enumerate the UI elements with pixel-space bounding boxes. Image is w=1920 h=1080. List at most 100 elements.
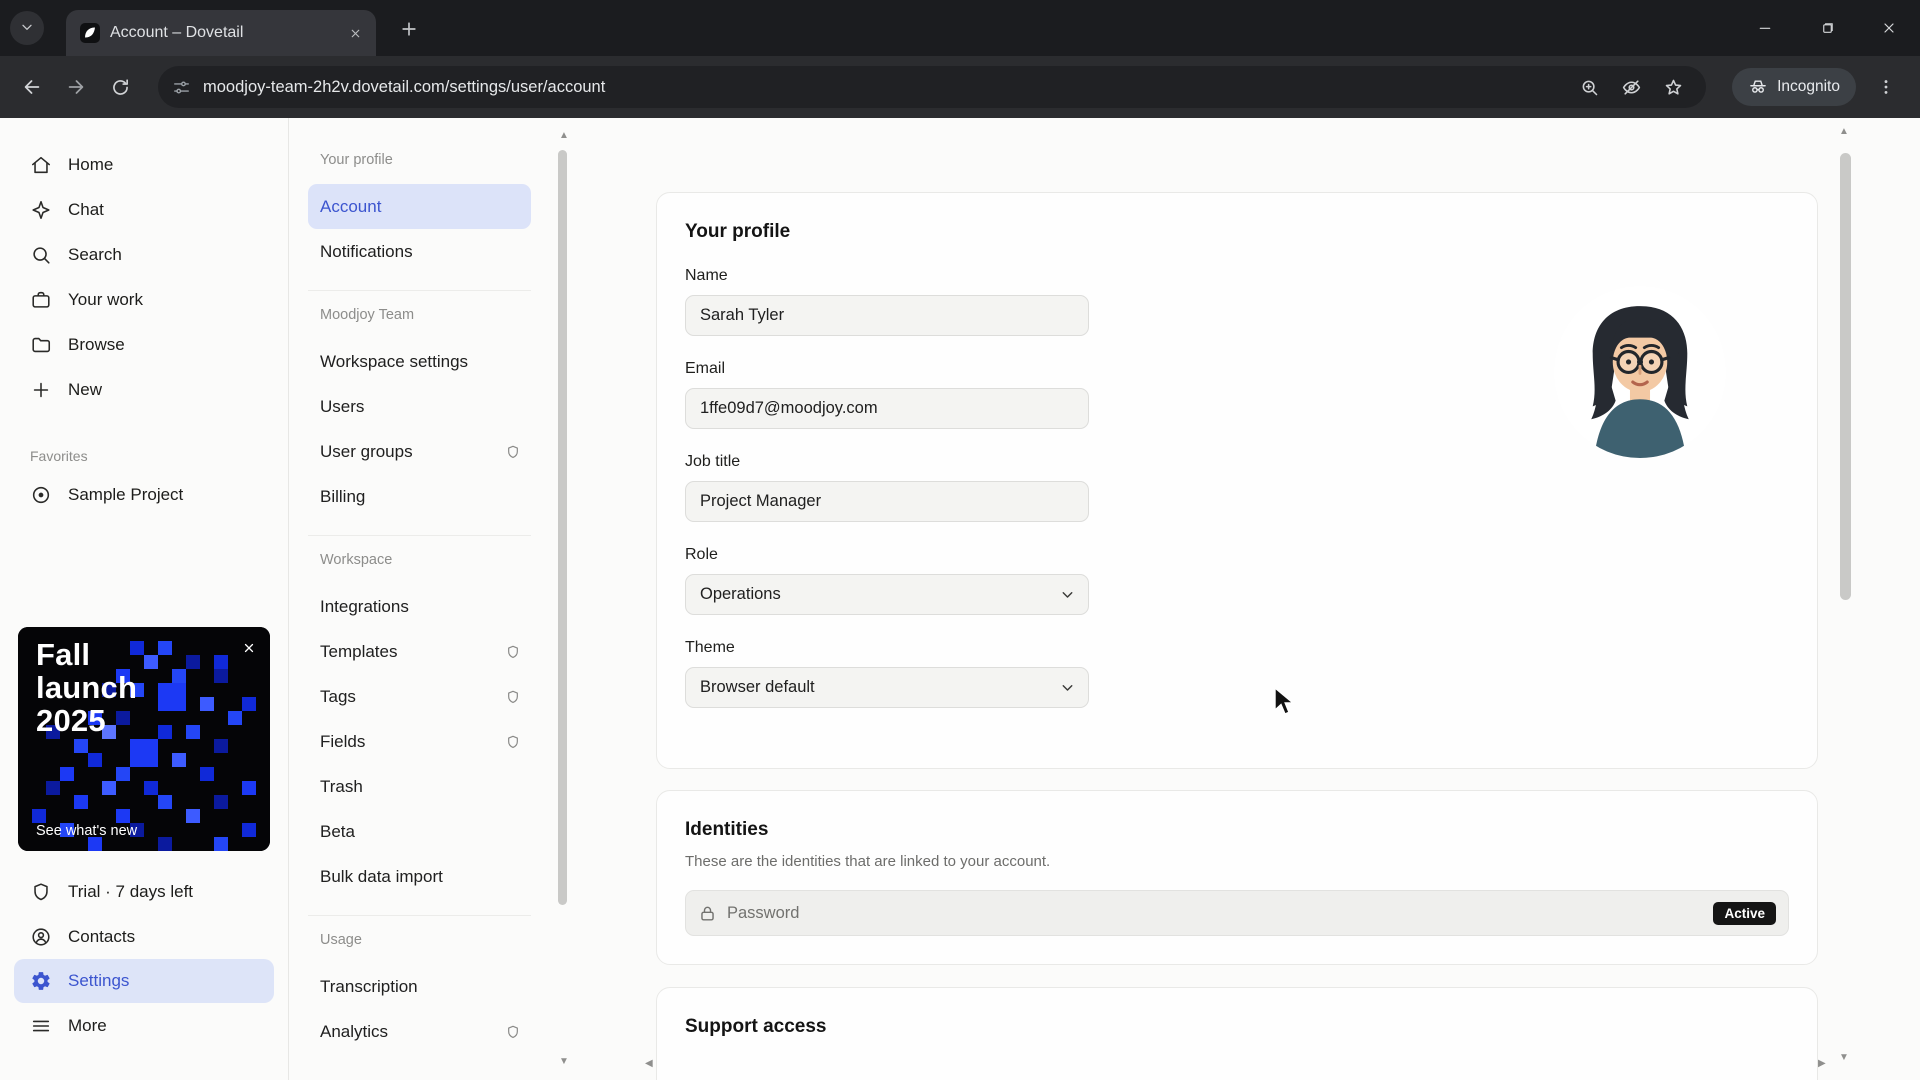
sidebar-item-label: New	[68, 379, 103, 399]
back-button[interactable]	[10, 65, 54, 109]
email-field[interactable]	[685, 388, 1089, 429]
lock-icon	[698, 904, 717, 923]
settings-nav-item-fields[interactable]: Fields	[308, 719, 531, 764]
incognito-icon	[1748, 77, 1768, 97]
reload-button[interactable]	[98, 65, 142, 109]
password-identity-row[interactable]: Password Active	[685, 890, 1789, 936]
settings-nav-item-workspace-settings[interactable]: Workspace settings	[308, 339, 531, 384]
bookmark-star-icon[interactable]	[1656, 70, 1690, 104]
identities-card: Identities These are the identities that…	[656, 790, 1818, 965]
nav-item-label: Account	[320, 196, 382, 216]
settings-nav-item-notifications[interactable]: Notifications	[308, 229, 531, 274]
promo-cta-link[interactable]: See what's new	[36, 823, 137, 839]
settings-nav-item-user-groups[interactable]: User groups	[308, 429, 531, 474]
nav-item-label: Billing	[320, 486, 366, 506]
settings-nav-item-users[interactable]: Users	[308, 384, 531, 429]
settings-nav-item-beta[interactable]: Beta	[308, 809, 531, 854]
sidebar-item-browse[interactable]: Browse	[0, 322, 288, 367]
settings-nav-item-analytics[interactable]: Analytics	[308, 1009, 531, 1054]
nav-item-label: Workspace settings	[320, 351, 469, 371]
settings-nav-item-billing[interactable]: Billing	[308, 474, 531, 519]
gear-icon	[30, 970, 52, 992]
sidebar-item-search[interactable]: Search	[0, 232, 288, 277]
chevron-down-icon	[1059, 679, 1076, 696]
settings-nav-section-usage: Usage Transcription Analytics	[308, 915, 531, 1054]
home-icon	[30, 154, 52, 176]
settings-nav-section-team: Moodjoy Team Workspace settings Users Us…	[308, 290, 531, 519]
settings-nav-item-account[interactable]: Account	[308, 184, 531, 229]
profile-card: Your profile Name Email Job title Role O…	[656, 192, 1818, 769]
sidebar-item-contacts[interactable]: Contacts	[0, 914, 288, 959]
role-select[interactable]: Operations	[685, 574, 1089, 615]
main-scroll-left-icon[interactable]: ◀	[645, 1058, 653, 1069]
nav-scroll-up-icon[interactable]: ▲	[559, 130, 569, 141]
sidebar-item-label: Contacts	[68, 926, 136, 946]
browser-menu-icon[interactable]	[1866, 67, 1906, 107]
identities-card-title: Identities	[685, 819, 769, 840]
tab-search-button[interactable]	[10, 11, 44, 45]
nav-item-label: Integrations	[320, 596, 409, 616]
menu-lines-icon	[30, 1015, 52, 1037]
promo-card[interactable]: Fall launch 2025 See what's new	[18, 627, 270, 851]
theme-select-value: Browser default	[700, 678, 815, 696]
nav-item-label: Notifications	[320, 241, 413, 261]
plan-shield-icon	[505, 689, 521, 705]
nav-item-label: Transcription	[320, 976, 418, 996]
tab-close-button[interactable]	[342, 20, 368, 46]
sidebar-item-label: Home	[68, 154, 114, 174]
sidebar-item-label: Settings	[68, 971, 130, 990]
incognito-badge[interactable]: Incognito	[1732, 68, 1856, 106]
settings-nav-item-tags[interactable]: Tags	[308, 674, 531, 719]
theme-select[interactable]: Browser default	[685, 667, 1089, 708]
nav-item-label: Trash	[320, 776, 363, 796]
nav-scroll-down-icon[interactable]: ▼	[559, 1056, 569, 1067]
profile-card-title: Your profile	[685, 221, 791, 242]
minimize-button[interactable]	[1734, 0, 1796, 56]
zoom-icon[interactable]	[1572, 70, 1606, 104]
app-sidebar: Home Chat Search Your work Browse New Fa…	[0, 118, 289, 1080]
sidebar-item-settings[interactable]: Settings	[14, 959, 274, 1003]
url-text[interactable]: moodjoy-team-2h2v.dovetail.com/settings/…	[203, 78, 1564, 97]
sidebar-item-trial[interactable]: Trial · 7 days left	[0, 869, 288, 914]
briefcase-icon	[30, 289, 52, 311]
nav-item-label: Templates	[320, 641, 398, 661]
nav-scrollbar-thumb[interactable]	[558, 150, 567, 905]
maximize-button[interactable]	[1796, 0, 1858, 56]
close-window-button[interactable]	[1858, 0, 1920, 56]
settings-nav-item-templates[interactable]: Templates	[308, 629, 531, 674]
sidebar-item-new[interactable]: New	[0, 367, 288, 412]
settings-nav-item-integrations[interactable]: Integrations	[308, 584, 531, 629]
sidebar-item-label: Browse	[68, 334, 125, 354]
settings-nav-section-your-profile: Your profile Account Notifications	[308, 152, 531, 274]
section-heading: Usage	[320, 932, 362, 948]
eye-off-icon[interactable]	[1614, 70, 1648, 104]
plan-shield-icon	[505, 1024, 521, 1040]
plan-shield-icon	[505, 734, 521, 750]
browser-tab[interactable]: Account – Dovetail	[66, 10, 376, 56]
sidebar-item-your-work[interactable]: Your work	[0, 277, 288, 322]
sidebar-item-more[interactable]: More	[0, 1003, 288, 1048]
nav-item-label: Tags	[320, 686, 356, 706]
theme-label: Theme	[685, 639, 735, 656]
chevron-down-icon	[19, 19, 35, 38]
settings-nav-item-transcription[interactable]: Transcription	[308, 964, 531, 1009]
main-scroll-right-icon[interactable]: ▶	[1818, 1058, 1826, 1069]
name-field[interactable]	[685, 295, 1089, 336]
main-scroll-down-icon[interactable]: ▼	[1839, 1052, 1849, 1063]
settings-nav-section-workspace: Workspace Integrations Templates Tags Fi…	[308, 535, 531, 899]
avatar[interactable]	[1554, 286, 1726, 458]
address-bar[interactable]: moodjoy-team-2h2v.dovetail.com/settings/…	[158, 66, 1707, 108]
forward-button[interactable]	[54, 65, 98, 109]
sidebar-item-home[interactable]: Home	[0, 142, 288, 187]
job-title-field[interactable]	[685, 481, 1089, 522]
settings-nav-item-trash[interactable]: Trash	[308, 764, 531, 809]
settings-nav-item-bulk-data-import[interactable]: Bulk data import	[308, 854, 531, 899]
site-info-icon[interactable]	[172, 78, 191, 97]
dovetail-favicon	[80, 23, 100, 43]
sidebar-item-sample-project[interactable]: Sample Project	[0, 472, 288, 517]
new-tab-button[interactable]	[394, 14, 424, 44]
sidebar-item-chat[interactable]: Chat	[0, 187, 288, 232]
promo-close-icon[interactable]	[236, 635, 262, 661]
main-scroll-up-icon[interactable]: ▲	[1839, 126, 1849, 137]
main-scrollbar-thumb[interactable]	[1840, 153, 1851, 600]
